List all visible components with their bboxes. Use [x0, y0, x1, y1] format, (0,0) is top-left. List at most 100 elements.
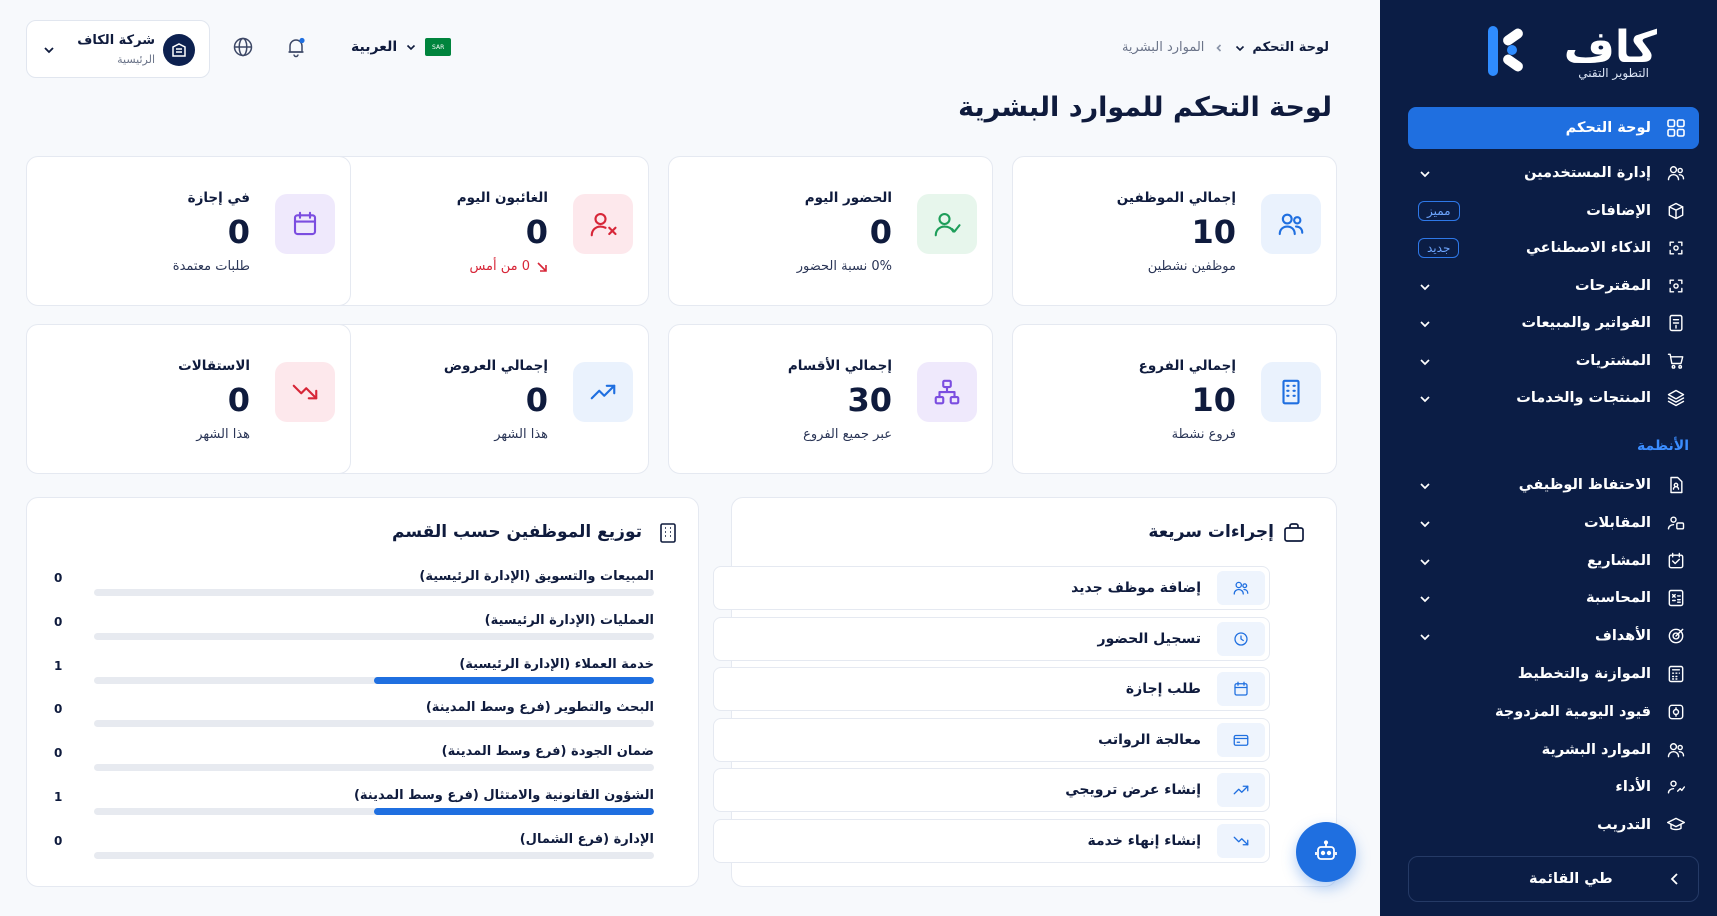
stat-subtitle: 0 من أمس: [469, 259, 548, 274]
department-name: العمليات (الإدارة الرئيسية): [484, 612, 654, 628]
sidebar-section-systems: الأنظمة: [1637, 438, 1689, 454]
users-icon: [1666, 163, 1686, 183]
sidebar-item[interactable]: إدارة المستخدمين: [1408, 155, 1699, 191]
chevron-down-icon: [1418, 316, 1432, 330]
quick-action-button[interactable]: إنشاء إنهاء خدمة: [713, 818, 1270, 863]
quick-action-button[interactable]: طلب إجازة: [713, 667, 1270, 711]
quick-action-label: إضافة موظف جديد: [1071, 580, 1201, 596]
stat-title: الحضور اليوم: [804, 190, 892, 206]
brand-logo[interactable]: كاف التطوير التقني: [1477, 20, 1657, 82]
bell-icon[interactable]: [285, 36, 307, 58]
company-branch: الرئيسية: [117, 53, 155, 66]
quick-action-button[interactable]: معالجة الرواتب: [713, 717, 1270, 762]
sidebar-item-dashboard[interactable]: لوحة التحكم: [1408, 107, 1699, 149]
user-x-icon: [573, 194, 633, 254]
stat-card[interactable]: إجمالي العروض 0 هذا الشهر: [324, 324, 649, 474]
stat-title: إجمالي الموظفين: [1116, 190, 1236, 206]
company-switcher[interactable]: شركة الكاف الرئيسية: [26, 20, 210, 78]
sidebar-item-label: الاحتفاظ الوظيفي: [1518, 477, 1651, 493]
department-count: 0: [54, 746, 63, 761]
breadcrumb-home[interactable]: لوحة التحكم: [1234, 40, 1329, 55]
sidebar-item-label: المنتجات والخدمات: [1516, 390, 1651, 406]
department-name: البحث والتطوير (فرع وسط المدينة): [425, 700, 654, 716]
sidebar-item[interactable]: الأداء: [1408, 769, 1699, 805]
sidebar-item[interactable]: الموارد البشرية: [1408, 732, 1699, 768]
stat-title: إجمالي الفروع: [1138, 358, 1236, 374]
stat-card[interactable]: الاستقالات 0 هذا الشهر: [26, 324, 351, 474]
logo-mark-icon: [1488, 26, 1523, 76]
invoice-icon: [1666, 313, 1686, 333]
trend-down-icon: [1217, 823, 1265, 858]
sidebar-item-label: التدريب: [1597, 817, 1651, 834]
sidebar-item[interactable]: الأهداف: [1408, 618, 1699, 654]
stat-card[interactable]: في إجازة 0 طلبات معتمدة: [26, 156, 351, 306]
quick-action-button[interactable]: إنشاء عرض ترويجي: [713, 768, 1270, 812]
clock-icon: [1217, 621, 1265, 656]
stat-subtitle: طلبات معتمدة: [172, 259, 250, 274]
sidebar-item[interactable]: الذكاء الاصطناعي جديد: [1408, 230, 1699, 266]
ai-assistant-button[interactable]: [1296, 822, 1356, 882]
sidebar-item-label: المشتريات: [1575, 352, 1651, 369]
graduation-icon: [1666, 815, 1686, 835]
sidebar-item[interactable]: الإضافات مميز: [1408, 193, 1699, 229]
quick-action-label: طلب إجازة: [1125, 681, 1201, 697]
stat-title: في إجازة: [187, 190, 250, 206]
sidebar-item-label: لوحة التحكم: [1565, 120, 1651, 136]
sidebar-item[interactable]: قيود اليومية المزدوجة: [1408, 694, 1699, 730]
stat-value: 10: [1191, 213, 1236, 251]
globe-icon[interactable]: [232, 36, 254, 58]
stat-subtitle: عبر جميع الفروع: [803, 427, 892, 442]
stat-card[interactable]: إجمالي الفروع 10 فروع نشطة: [1012, 324, 1337, 474]
sidebar-item[interactable]: المحاسبة: [1408, 580, 1699, 616]
stat-card[interactable]: إجمالي الأقسام 30 عبر جميع الفروع: [668, 324, 993, 474]
department-name: ضمان الجودة (فرع وسط المدينة): [441, 744, 654, 760]
calendar-icon: [275, 194, 335, 254]
department-bar-track: [94, 764, 654, 772]
sidebar-item[interactable]: الفواتير والمبيعات: [1408, 305, 1699, 341]
stat-subtitle: هذا الشهر: [494, 427, 548, 442]
trend-up-icon: [573, 362, 633, 422]
department-name: المبيعات والتسويق (الإدارة الرئيسية): [419, 569, 654, 584]
sidebar-badge: مميز: [1418, 200, 1460, 221]
quick-action-label: تسجيل الحضور: [1097, 630, 1201, 647]
department-bar-track: [94, 720, 654, 728]
sidebar-item[interactable]: التدريب: [1408, 807, 1699, 843]
department-row: الإدارة (فرع الشمال) 0: [54, 832, 654, 872]
sidebar-item[interactable]: الموازنة والتخطيط: [1408, 656, 1699, 692]
department-distribution-title: توزيع الموظفين حسب القسم: [392, 522, 642, 542]
journal-icon: [1666, 702, 1686, 722]
stat-value: 30: [847, 381, 892, 419]
chevron-down-icon: [1418, 629, 1432, 643]
cart-icon: [1666, 351, 1686, 371]
department-count: 1: [54, 790, 63, 804]
stat-card[interactable]: الغائبون اليوم 0 0 من أمس: [324, 156, 649, 306]
stat-title: إجمالي الأقسام: [787, 358, 892, 374]
stat-card[interactable]: الحضور اليوم 0 0% نسبة الحضور: [668, 156, 993, 306]
collapse-sidebar-button[interactable]: طي القائمة: [1408, 856, 1699, 902]
sidebar-item[interactable]: المقابلات: [1408, 505, 1699, 541]
card-icon: [1217, 722, 1265, 757]
department-count: 0: [54, 571, 63, 585]
grid-icon: [1667, 119, 1685, 137]
sidebar-item[interactable]: المشاريع: [1408, 543, 1699, 579]
arrow-down-right-icon: [537, 261, 547, 272]
chevron-down-icon: [1418, 516, 1432, 530]
department-row: العمليات (الإدارة الرئيسية) 0: [54, 613, 654, 653]
sidebar-item-label: الموارد البشرية: [1541, 741, 1651, 758]
sidebar-item[interactable]: الاحتفاظ الوظيفي: [1408, 467, 1699, 503]
sidebar-item-label: الأهداف: [1594, 628, 1651, 645]
department-count: 0: [54, 614, 63, 629]
quick-action-button[interactable]: إضافة موظف جديد: [713, 566, 1270, 610]
breadcrumb-current: الموارد البشرية: [1121, 40, 1205, 55]
trend-down-icon: [275, 362, 335, 422]
department-count: 0: [54, 702, 63, 717]
sidebar-item-label: الأداء: [1615, 779, 1651, 796]
quick-action-button[interactable]: تسجيل الحضور: [713, 616, 1270, 661]
sidebar-item[interactable]: المقترحات: [1408, 268, 1699, 304]
stat-card[interactable]: إجمالي الموظفين 10 موظفين نشطين: [1012, 156, 1337, 306]
language-switcher[interactable]: SAR العربية: [351, 38, 452, 56]
sidebar-item[interactable]: المشتريات: [1408, 343, 1699, 379]
sidebar-item[interactable]: المنتجات والخدمات: [1408, 380, 1699, 416]
chevron-down-icon: [1418, 391, 1432, 405]
robot-icon: [1315, 840, 1337, 860]
